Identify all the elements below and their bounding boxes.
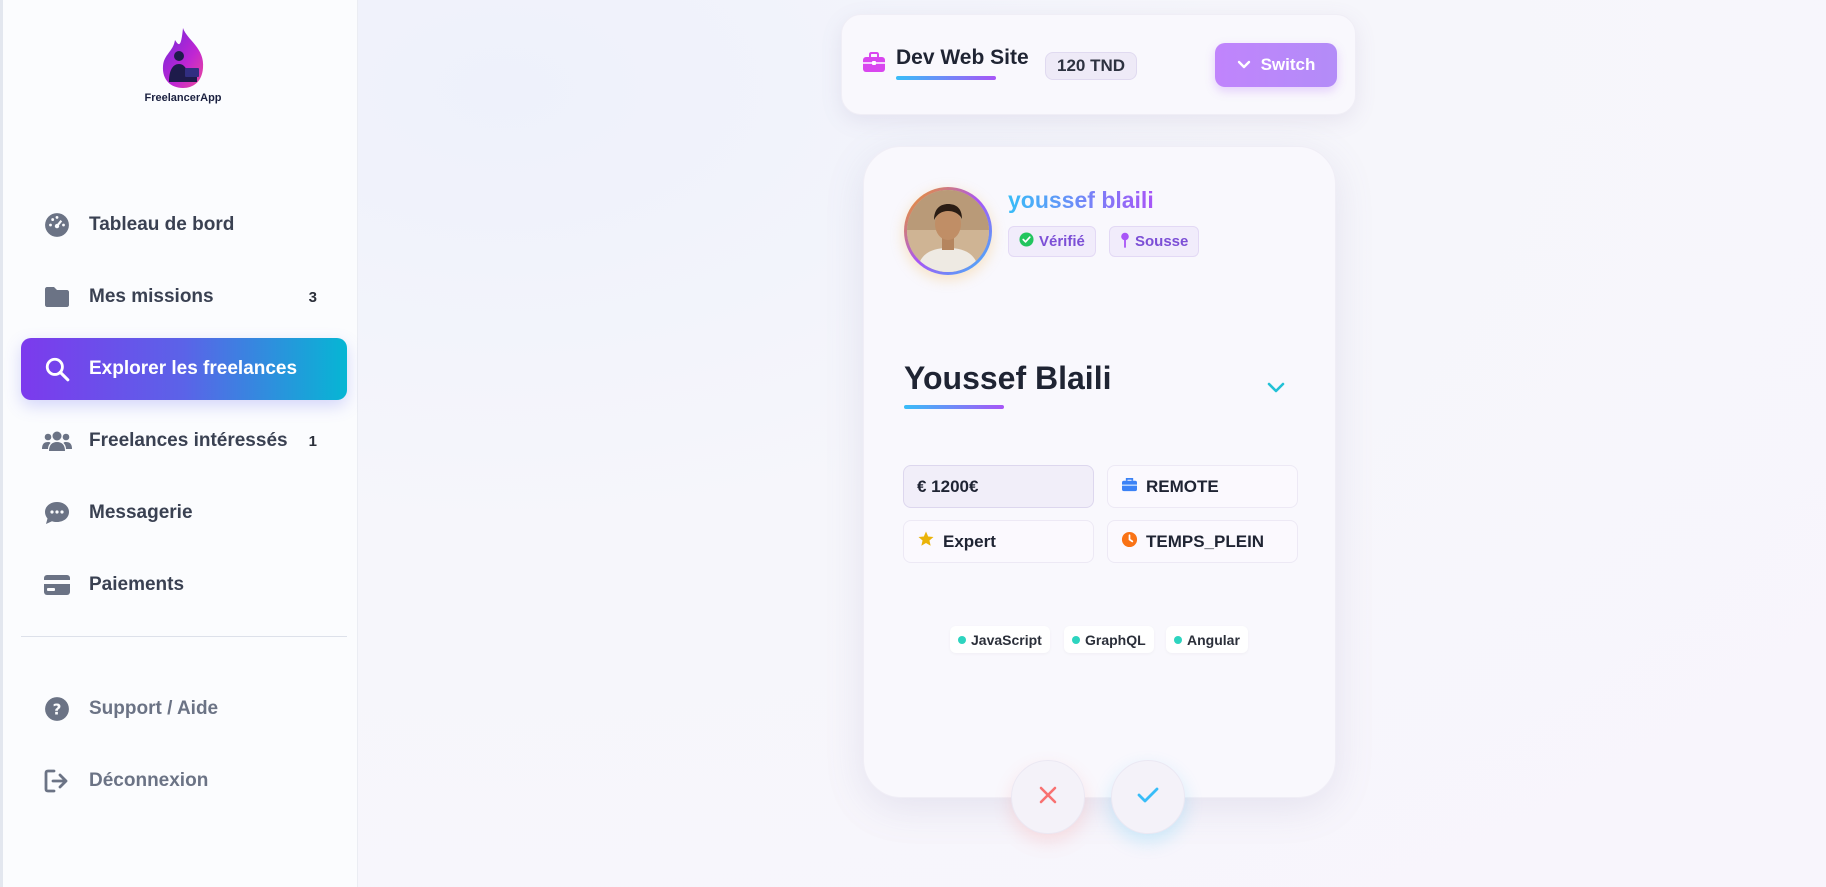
accept-button[interactable] — [1111, 760, 1185, 834]
freelancer-full-name: Youssef Blaili — [904, 360, 1112, 396]
sidebar-item-label: Paiements — [89, 574, 185, 595]
location-badge: Sousse — [1109, 226, 1200, 257]
sidebar-item-label: Messagerie — [89, 502, 193, 523]
contract-value: TEMPS_PLEIN — [1146, 531, 1265, 551]
dashboard-icon — [41, 209, 73, 241]
sidebar: FreelancerApp Tableau de bord Mes missio… — [0, 0, 358, 887]
rate-value: € 1200€ — [917, 476, 979, 496]
star-icon — [917, 530, 935, 553]
sidebar-item-missions[interactable]: Mes missions 3 — [21, 266, 347, 328]
logo-text: FreelancerApp — [144, 92, 222, 104]
search-icon — [41, 353, 73, 385]
missions-count-badge: 3 — [308, 288, 317, 306]
work-mode-value: REMOTE — [1146, 476, 1219, 496]
avatar[interactable] — [904, 187, 992, 275]
sidebar-item-explore[interactable]: Explorer les freelances — [21, 338, 347, 400]
folder-icon — [41, 281, 73, 313]
sidebar-item-label: Explorer les freelances — [89, 358, 298, 379]
name-underline — [904, 405, 1004, 409]
sidebar-item-support[interactable]: ? Support / Aide — [21, 678, 347, 740]
mission-selector-bar: Dev Web Site 120 TND Switch — [841, 14, 1356, 115]
level-stat: Expert — [903, 520, 1094, 563]
skill-label: Angular — [1187, 631, 1240, 648]
mission-budget-badge: 120 TND — [1045, 52, 1138, 80]
skill-tag: GraphQL — [1064, 626, 1154, 653]
contract-stat: TEMPS_PLEIN — [1107, 520, 1298, 563]
sidebar-item-payments[interactable]: Paiements — [21, 554, 347, 616]
pin-icon — [1120, 232, 1130, 252]
skill-tag: JavaScript — [950, 626, 1050, 653]
close-icon — [1038, 785, 1058, 810]
work-mode-stat: REMOTE — [1107, 465, 1298, 508]
freelancer-username: youssef blaili — [1008, 187, 1154, 213]
sidebar-item-label: Support / Aide — [89, 698, 219, 719]
logout-icon — [41, 765, 73, 797]
check-icon — [1136, 785, 1160, 810]
level-value: Expert — [943, 531, 996, 551]
check-circle-icon — [1019, 232, 1034, 251]
switch-label: Switch — [1260, 55, 1316, 74]
skill-label: JavaScript — [971, 631, 1042, 648]
interested-count-badge: 1 — [308, 432, 317, 450]
reject-button[interactable] — [1011, 760, 1085, 834]
logo-icon — [162, 28, 204, 88]
chevron-down-icon — [1237, 55, 1251, 75]
svg-text:?: ? — [53, 700, 62, 718]
sidebar-item-label: Mes missions — [89, 286, 214, 307]
credit-card-icon — [41, 569, 73, 601]
chat-icon — [41, 497, 73, 529]
skill-dot — [1174, 635, 1182, 644]
sidebar-item-label: Freelances intéressés — [89, 430, 288, 451]
users-icon — [41, 425, 73, 457]
skill-tag: Angular — [1166, 626, 1248, 653]
sidebar-item-dashboard[interactable]: Tableau de bord — [21, 194, 347, 256]
skill-dot — [958, 635, 966, 644]
sidebar-item-interested[interactable]: Freelances intéressés 1 — [21, 410, 347, 472]
sidebar-item-logout[interactable]: Déconnexion — [21, 750, 347, 812]
sidebar-item-label: Tableau de bord — [89, 214, 235, 235]
briefcase-icon — [862, 51, 886, 75]
help-icon: ? — [41, 693, 73, 725]
verified-label: Vérifié — [1039, 233, 1085, 250]
app-logo[interactable]: FreelancerApp — [141, 26, 225, 116]
rate-stat: € 1200€ — [903, 465, 1094, 508]
skill-dot — [1072, 635, 1080, 644]
sidebar-divider — [21, 636, 347, 637]
avatar-photo — [907, 190, 989, 272]
verified-badge: Vérifié — [1008, 226, 1096, 257]
switch-mission-button[interactable]: Switch — [1215, 43, 1337, 87]
sidebar-item-label: Déconnexion — [89, 770, 209, 791]
skill-label: GraphQL — [1085, 631, 1146, 648]
clock-icon — [1121, 531, 1138, 553]
mission-title-underline — [896, 76, 996, 80]
mission-title: Dev Web Site — [896, 46, 1029, 69]
expand-chevron-icon[interactable] — [1264, 375, 1288, 399]
freelancer-card: youssef blaili Vérifié Sousse Youssef Bl… — [863, 146, 1336, 798]
location-label: Sousse — [1135, 233, 1189, 250]
sidebar-item-messages[interactable]: Messagerie — [21, 482, 347, 544]
briefcase-icon — [1121, 477, 1138, 497]
